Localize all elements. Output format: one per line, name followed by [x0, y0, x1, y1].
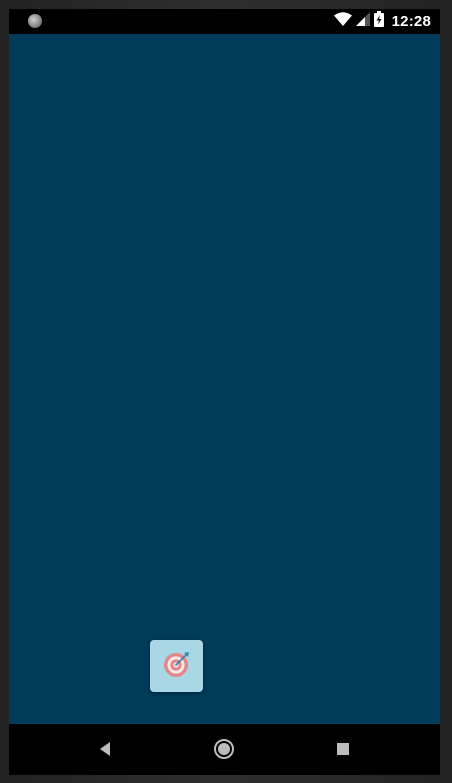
status-clock: 12:28: [391, 13, 431, 30]
back-button[interactable]: [92, 736, 118, 762]
navigation-bar: [9, 724, 440, 775]
notification-dot-icon: [28, 14, 42, 28]
home-button[interactable]: [211, 736, 237, 762]
target-button[interactable]: [150, 640, 203, 692]
device-frame: 12:28: [0, 0, 452, 783]
phone-screen: 12:28: [9, 9, 440, 775]
battery-charging-icon: [373, 11, 384, 32]
back-icon: [100, 742, 110, 756]
target-icon: [162, 649, 192, 684]
wifi-icon: [333, 12, 352, 31]
app-content-area: [9, 34, 440, 724]
cell-signal-icon: [355, 12, 370, 31]
status-bar: 12:28: [9, 9, 440, 34]
home-icon: [214, 739, 234, 759]
recents-button[interactable]: [330, 736, 356, 762]
status-icons: 12:28: [333, 9, 431, 34]
recents-icon: [337, 743, 349, 755]
